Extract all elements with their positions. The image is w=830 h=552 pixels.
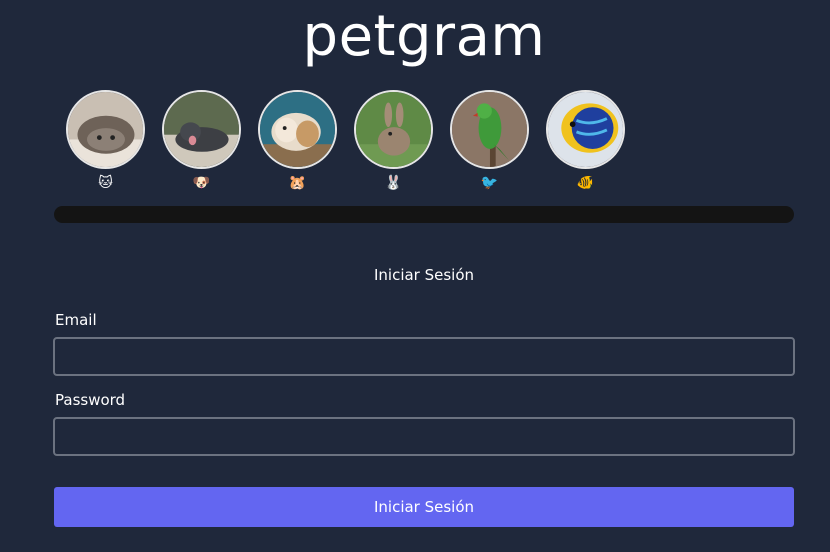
fish-photo-avatar[interactable]	[546, 90, 625, 169]
category-emoji: 🐠	[576, 175, 595, 191]
category-emoji: 🐦	[480, 175, 499, 191]
category-emoji: 🐱	[98, 175, 113, 191]
password-label: Password	[55, 391, 126, 409]
bird-photo-avatar[interactable]	[450, 90, 529, 169]
bird-photo-icon	[452, 92, 527, 167]
dog-photo-icon	[164, 92, 239, 167]
category-item-rabbits[interactable]: 🐰	[354, 90, 433, 191]
category-item-hamsters[interactable]: 🐹	[258, 90, 337, 191]
cat-photo-icon	[68, 92, 143, 167]
password-field[interactable]	[53, 417, 795, 456]
category-item-cats[interactable]: 🐱	[66, 90, 145, 191]
login-form-title: Iniciar Sesión	[373, 266, 475, 284]
category-emoji: 🐶	[192, 175, 211, 191]
email-field[interactable]	[53, 337, 795, 376]
login-page: petgram 🐱 🐶 🐹 🐰 🐦 🐠 Iniciar Sesión Email…	[0, 0, 830, 552]
email-label: Email	[55, 311, 97, 329]
horizontal-scrollbar[interactable]	[54, 206, 794, 223]
category-list: 🐱 🐶 🐹 🐰 🐦 🐠	[66, 90, 625, 191]
category-emoji: 🐰	[384, 175, 403, 191]
fish-photo-icon	[548, 92, 623, 167]
category-item-dogs[interactable]: 🐶	[162, 90, 241, 191]
category-emoji: 🐹	[288, 175, 307, 191]
category-item-birds[interactable]: 🐦	[450, 90, 529, 191]
app-title: petgram	[302, 4, 546, 69]
rabbit-photo-icon	[356, 92, 431, 167]
dog-photo-avatar[interactable]	[162, 90, 241, 169]
hamster-photo-icon	[260, 92, 335, 167]
rabbit-photo-avatar[interactable]	[354, 90, 433, 169]
cat-photo-avatar[interactable]	[66, 90, 145, 169]
category-item-fish[interactable]: 🐠	[546, 90, 625, 191]
login-submit-button[interactable]: Iniciar Sesión	[54, 487, 794, 527]
hamster-photo-avatar[interactable]	[258, 90, 337, 169]
